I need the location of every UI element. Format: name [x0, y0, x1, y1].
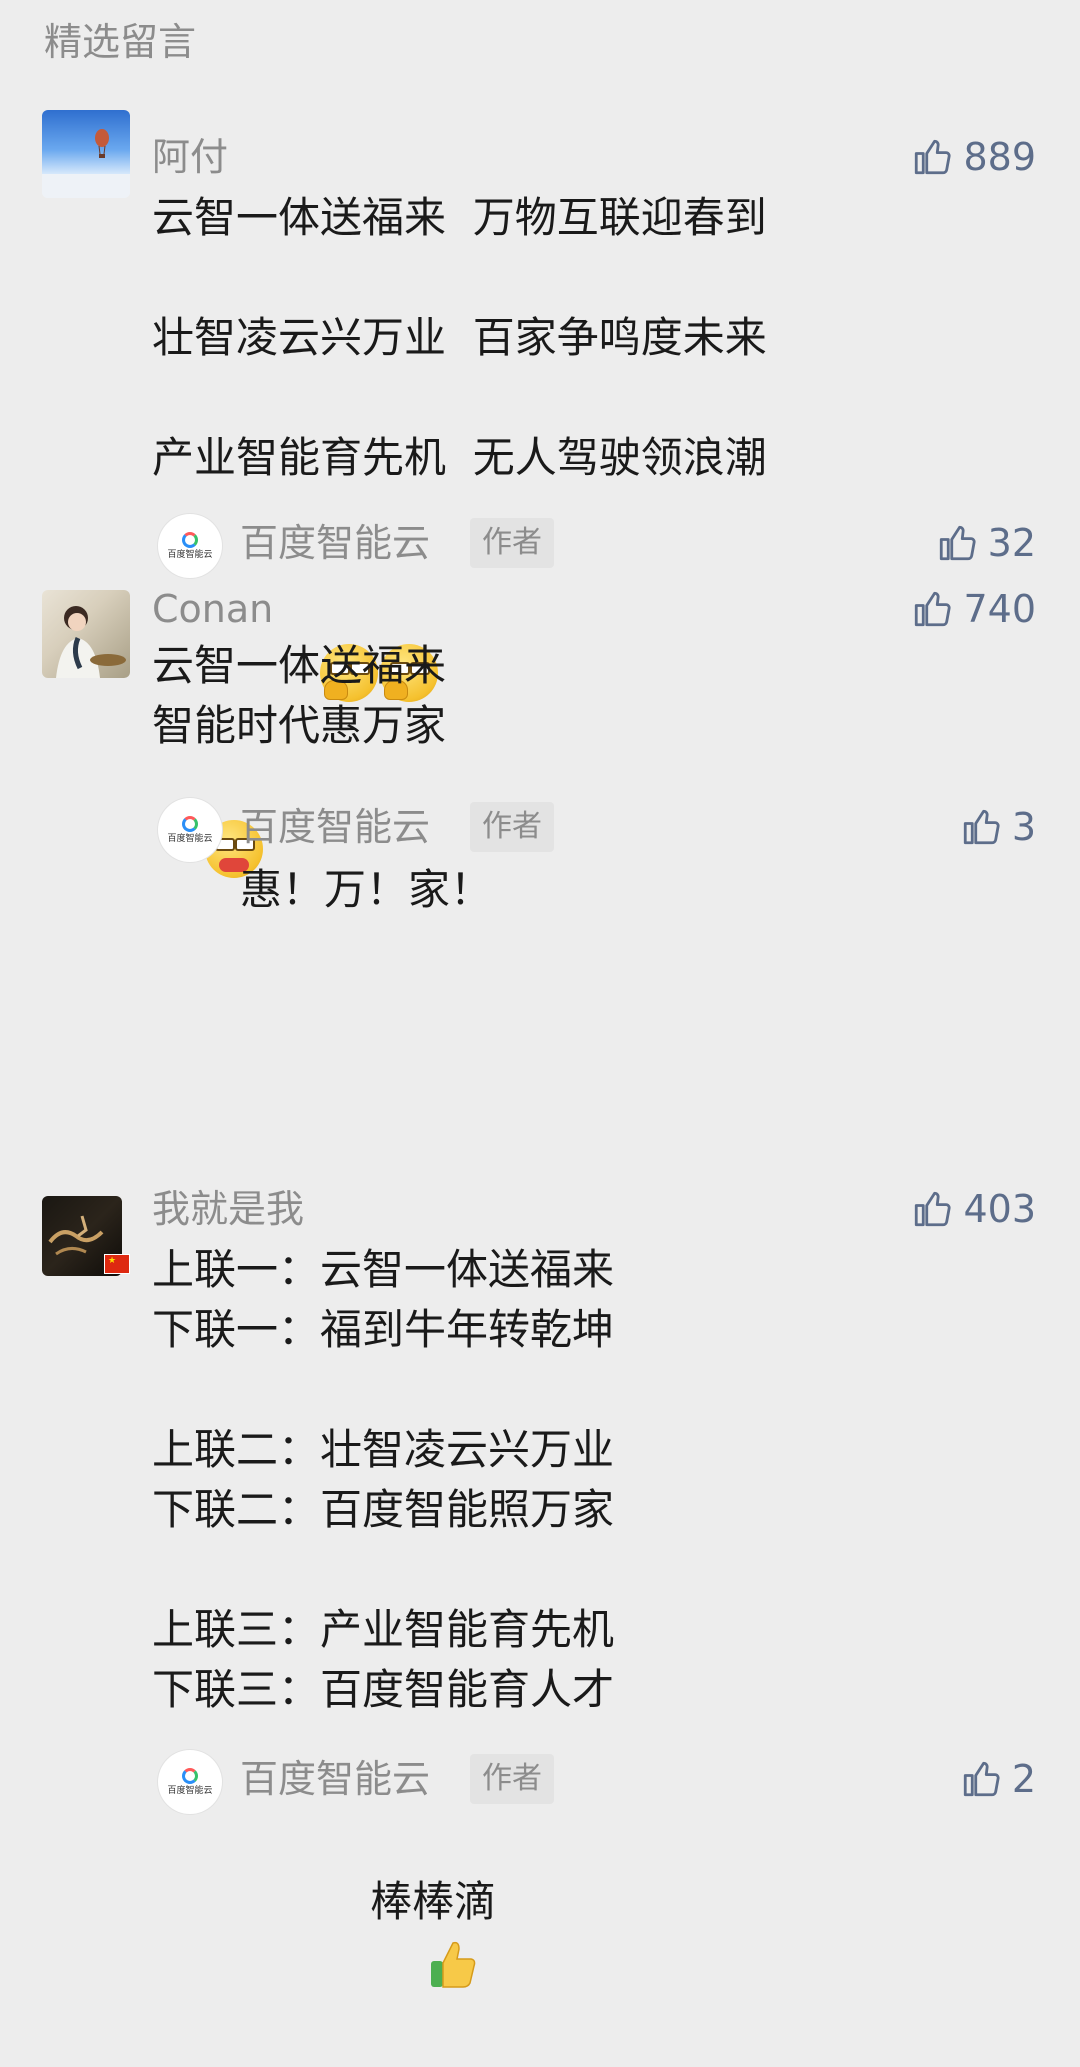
comment-item: 阿付 889 云智一体送福来 万物互联迎春到 壮智凌云兴万业 百家争鸣度未来 产… [0, 104, 1080, 702]
thumbs-up-emoji [322, 1879, 476, 1988]
like-count: 403 [963, 1187, 1036, 1231]
baidu-cloud-logo-icon [182, 816, 198, 832]
author-reply: 百度智能云 百度智能云 作者 2 棒棒滴 [152, 1750, 1036, 1988]
reply-like-button[interactable]: 3 [960, 802, 1036, 852]
baidu-cloud-avatar[interactable]: 百度智能云 [158, 798, 222, 862]
reply-author-name: 百度智能云 [240, 521, 431, 565]
author-badge: 作者 [470, 518, 554, 568]
thumbs-up-icon [963, 809, 1000, 845]
commenter-name: 我就是我 [152, 1187, 305, 1231]
avatar[interactable] [42, 110, 130, 198]
avatar-label: 百度智能云 [167, 834, 213, 844]
comment-item: ★ 我就是我 403 上联一：云智一体送福来 下联一：福到牛年转乾坤 上联二：壮… [0, 1184, 1080, 1988]
baidu-cloud-logo-icon [182, 532, 198, 548]
avatar-label: 百度智能云 [167, 1786, 213, 1796]
china-flag-icon: ★ [104, 1254, 130, 1274]
thumbs-up-icon [915, 591, 952, 627]
like-count: 2 [1011, 1757, 1036, 1801]
thumbs-up-icon [963, 1761, 1000, 1797]
avatar-label: 百度智能云 [167, 550, 213, 560]
baidu-cloud-avatar[interactable]: 百度智能云 [158, 514, 222, 578]
commenter-name: Conan [152, 587, 274, 631]
hot-air-balloon-icon [42, 129, 130, 198]
commenter-name: 阿付 [152, 135, 229, 179]
like-count: 3 [1011, 805, 1036, 849]
reply-author-name: 百度智能云 [240, 1757, 431, 1801]
section-title: 精选留言 [44, 20, 197, 64]
comment-text: 上联一：云智一体送福来 下联一：福到牛年转乾坤 上联二：壮智凌云兴万业 下联二：… [152, 1245, 615, 1714]
baidu-cloud-avatar[interactable]: 百度智能云 [158, 1750, 222, 1814]
like-button[interactable]: 889 [911, 132, 1036, 182]
reply-content: 棒棒滴 [242, 1812, 496, 1992]
reply-like-button[interactable]: 2 [960, 1754, 1036, 1804]
reply-text: 惠！万！家！ [240, 865, 493, 914]
thumbs-up-icon [915, 139, 952, 175]
thumbs-up-icon [939, 525, 976, 561]
reply-author-name: 百度智能云 [240, 805, 431, 849]
like-button[interactable]: 403 [911, 1184, 1036, 1234]
author-badge: 作者 [470, 1754, 554, 1804]
like-count: 740 [963, 587, 1036, 631]
comment-text: 云智一体送福来 智能时代惠万家 [152, 641, 447, 750]
thumbs-up-icon [915, 1191, 952, 1227]
author-badge: 作者 [470, 802, 554, 852]
author-reply: 百度智能云 百度智能云 作者 3 惠！万！家！ [152, 798, 1036, 918]
avatar[interactable] [42, 590, 130, 678]
baidu-cloud-logo-icon [182, 1768, 198, 1784]
comment-item: Conan 740 云智一体送福来 智能时代惠万家 百度智能云 百度智能云 作者… [0, 584, 1080, 964]
person-photo-icon [56, 606, 126, 678]
reply-text: 棒棒滴 [370, 1877, 497, 1926]
like-count: 32 [987, 521, 1036, 565]
comment-text: 云智一体送福来 万物互联迎春到 壮智凌云兴万业 百家争鸣度未来 产业智能育先机 … [152, 193, 767, 482]
like-button[interactable]: 740 [911, 584, 1036, 634]
reply-like-button[interactable]: 32 [936, 518, 1036, 568]
like-count: 889 [963, 135, 1036, 179]
